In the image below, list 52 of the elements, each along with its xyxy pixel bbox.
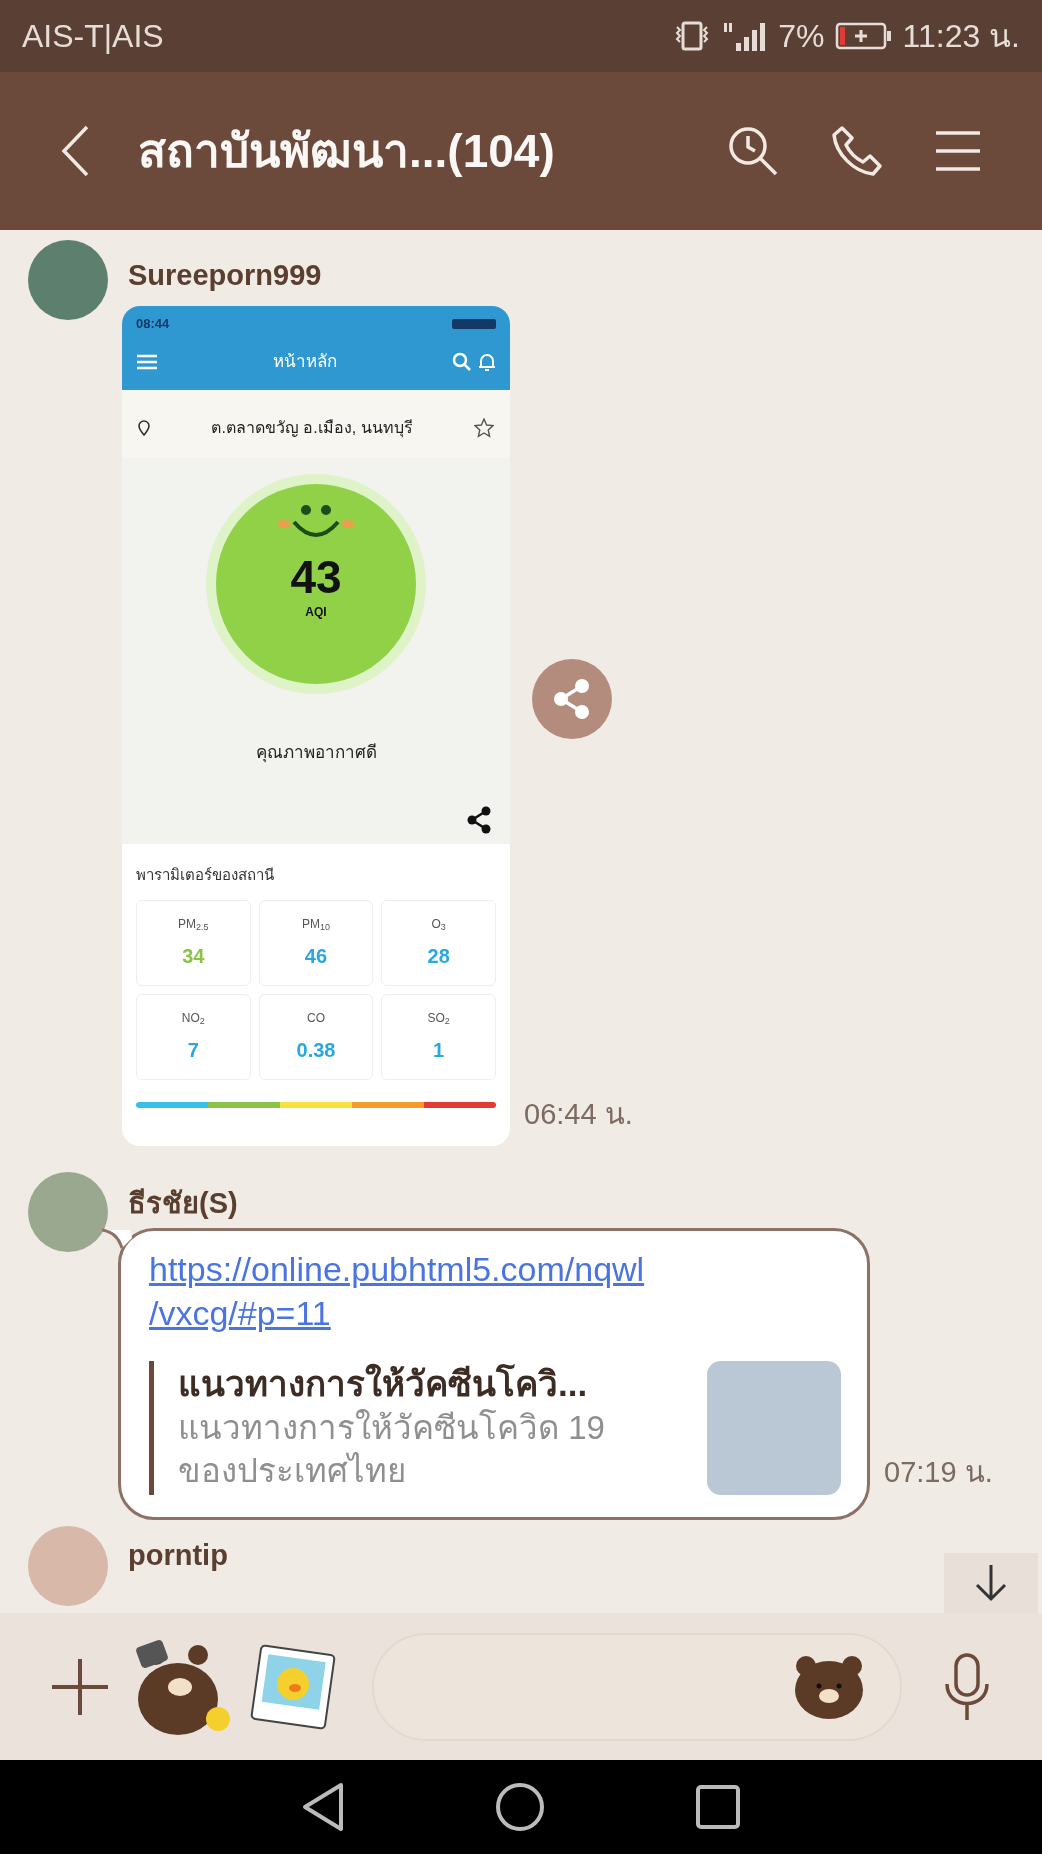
battery-charging-icon xyxy=(834,22,893,50)
clock-time: 11:23 น. xyxy=(902,17,1020,56)
parameter-value: 0.38 xyxy=(296,1038,336,1063)
parameter-name: PM$_{2.5}$ xyxy=(178,916,209,933)
parameter-name: PM$_{10}$ xyxy=(302,916,330,933)
microphone-button[interactable] xyxy=(942,1651,992,1722)
back-nav-button[interactable] xyxy=(301,1782,345,1832)
parameter-name: SO$_{2}$ xyxy=(427,1010,450,1027)
screenshot-image[interactable]: 08:44 หน้าหลัก ต.ตลาดขวัญ อ.เมือง, นนทบุรี 43 AQI คุณภาพอากาศดี พารามิเตอร์ของสถานี PM$_{2.5}$ 34 PM$_{10}$ 46 O$_{3}$ 28 NO$_{2}$ 7 CO 0.38 SO$_{2}$ 1 xyxy=(122,306,510,1146)
parameter-value: 34 xyxy=(182,944,205,969)
link-text[interactable]: https://online.pubhtml5.com/nqwl/vxcg/#p=11 xyxy=(149,1247,646,1336)
add-button[interactable] xyxy=(50,1656,110,1717)
sender-name: porntip xyxy=(128,1538,228,1574)
location-text: ต.ตลาดขวัญ อ.เมือง, นนทบุรี xyxy=(210,418,414,440)
chat-title: สถาบันพัฒนา...(104) xyxy=(138,123,555,179)
parameter-name: NO$_{2}$ xyxy=(181,1010,205,1027)
parameter-value: 46 xyxy=(304,944,328,969)
share-icon xyxy=(552,678,592,721)
pin-icon xyxy=(138,420,150,436)
scroll-down-button[interactable] xyxy=(944,1553,1038,1613)
preview-description: แนวทางการให้วัคซีนโควิด 19 ของประเทศไทย xyxy=(178,1407,606,1491)
section-title: พารามิเตอร์ของสถานี xyxy=(136,864,275,885)
aqi-unit: AQI xyxy=(305,603,327,621)
preview-title: แนวทางการให้วัคซีนโควิ... xyxy=(178,1362,589,1406)
search-history-button[interactable] xyxy=(726,124,780,178)
air-quality-text: คุณภาพอากาศดี xyxy=(255,742,377,765)
message-time: 06:44 น. xyxy=(524,1096,633,1132)
search-icon[interactable] xyxy=(452,352,472,372)
parameter-name: O$_{3}$ xyxy=(431,916,446,933)
star-icon[interactable] xyxy=(474,418,494,438)
menu-button[interactable] xyxy=(934,129,982,173)
parameter-value: 7 xyxy=(187,1038,199,1063)
menu-icon[interactable] xyxy=(136,354,158,370)
down-arrow-icon xyxy=(973,1563,1009,1603)
inner-page-title: หน้าหลัก xyxy=(272,351,338,374)
carrier-name: AIS-T|AIS xyxy=(22,17,164,56)
message-time: 07:19 น. xyxy=(884,1454,993,1490)
home-nav-button[interactable] xyxy=(495,1782,545,1832)
inner-battery-icon xyxy=(452,319,496,329)
bear-face-icon[interactable] xyxy=(794,1653,864,1720)
share-icon[interactable] xyxy=(466,805,492,834)
call-button[interactable] xyxy=(830,124,884,178)
parameter-value: 28 xyxy=(427,944,450,969)
sender-name: ธีรชัย(S) xyxy=(128,1186,239,1221)
parameter-value: 1 xyxy=(433,1038,445,1063)
battery-percent: 7% xyxy=(778,17,825,56)
parameter-name: CO xyxy=(307,1010,325,1027)
recents-nav-button[interactable] xyxy=(695,1784,741,1830)
inner-status-time: 08:44 xyxy=(136,315,170,334)
aqi-value: 43 xyxy=(290,552,342,603)
sender-name: Sureeporn999 xyxy=(128,258,323,293)
bell-icon[interactable] xyxy=(478,352,496,372)
